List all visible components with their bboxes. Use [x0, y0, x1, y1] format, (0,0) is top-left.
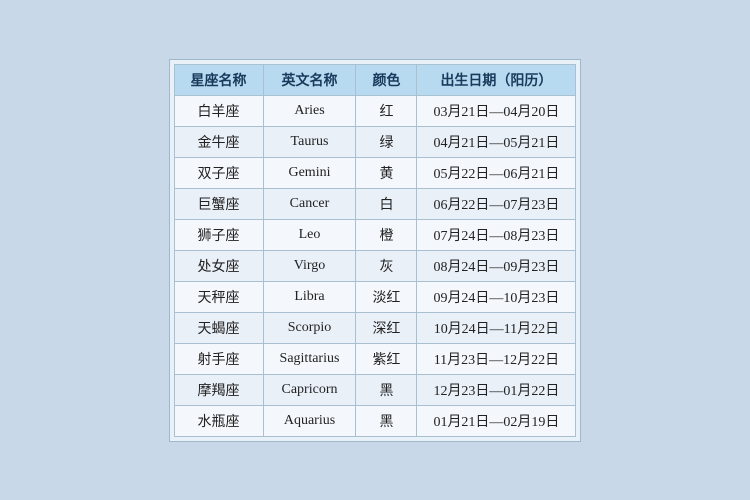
table-row: 金牛座Taurus绿04月21日—05月21日 [174, 126, 576, 157]
header-chinese-name: 星座名称 [174, 64, 263, 95]
cell-chinese: 金牛座 [174, 126, 263, 157]
header-english-name: 英文名称 [263, 64, 356, 95]
table-header-row: 星座名称 英文名称 颜色 出生日期（阳历） [174, 64, 576, 95]
cell-english: Cancer [263, 188, 356, 219]
cell-english: Gemini [263, 157, 356, 188]
zodiac-table-container: 星座名称 英文名称 颜色 出生日期（阳历） 白羊座Aries红03月21日—04… [169, 59, 582, 442]
cell-chinese: 白羊座 [174, 95, 263, 126]
cell-color: 灰 [356, 250, 417, 281]
cell-date: 01月21日—02月19日 [417, 405, 576, 436]
cell-color: 橙 [356, 219, 417, 250]
cell-color: 红 [356, 95, 417, 126]
table-row: 天秤座Libra淡红09月24日—10月23日 [174, 281, 576, 312]
zodiac-table: 星座名称 英文名称 颜色 出生日期（阳历） 白羊座Aries红03月21日—04… [174, 64, 577, 437]
cell-english: Leo [263, 219, 356, 250]
table-row: 狮子座Leo橙07月24日—08月23日 [174, 219, 576, 250]
cell-chinese: 天秤座 [174, 281, 263, 312]
cell-color: 紫红 [356, 343, 417, 374]
cell-english: Taurus [263, 126, 356, 157]
cell-color: 黄 [356, 157, 417, 188]
cell-date: 05月22日—06月21日 [417, 157, 576, 188]
cell-chinese: 巨蟹座 [174, 188, 263, 219]
header-color: 颜色 [356, 64, 417, 95]
cell-color: 深红 [356, 312, 417, 343]
table-row: 摩羯座Capricorn黑12月23日—01月22日 [174, 374, 576, 405]
table-body: 白羊座Aries红03月21日—04月20日金牛座Taurus绿04月21日—0… [174, 95, 576, 436]
cell-date: 08月24日—09月23日 [417, 250, 576, 281]
cell-date: 04月21日—05月21日 [417, 126, 576, 157]
cell-color: 淡红 [356, 281, 417, 312]
table-row: 处女座Virgo灰08月24日—09月23日 [174, 250, 576, 281]
table-row: 巨蟹座Cancer白06月22日—07月23日 [174, 188, 576, 219]
cell-date: 03月21日—04月20日 [417, 95, 576, 126]
table-row: 水瓶座Aquarius黑01月21日—02月19日 [174, 405, 576, 436]
table-row: 双子座Gemini黄05月22日—06月21日 [174, 157, 576, 188]
cell-english: Aquarius [263, 405, 356, 436]
table-row: 射手座Sagittarius紫红11月23日—12月22日 [174, 343, 576, 374]
cell-english: Libra [263, 281, 356, 312]
cell-color: 绿 [356, 126, 417, 157]
cell-date: 09月24日—10月23日 [417, 281, 576, 312]
cell-english: Virgo [263, 250, 356, 281]
cell-chinese: 射手座 [174, 343, 263, 374]
cell-chinese: 天蝎座 [174, 312, 263, 343]
cell-date: 10月24日—11月22日 [417, 312, 576, 343]
header-date: 出生日期（阳历） [417, 64, 576, 95]
cell-english: Aries [263, 95, 356, 126]
cell-color: 黑 [356, 405, 417, 436]
cell-date: 12月23日—01月22日 [417, 374, 576, 405]
cell-chinese: 摩羯座 [174, 374, 263, 405]
table-row: 天蝎座Scorpio深红10月24日—11月22日 [174, 312, 576, 343]
cell-english: Sagittarius [263, 343, 356, 374]
cell-color: 白 [356, 188, 417, 219]
cell-chinese: 水瓶座 [174, 405, 263, 436]
cell-color: 黑 [356, 374, 417, 405]
cell-chinese: 狮子座 [174, 219, 263, 250]
cell-chinese: 处女座 [174, 250, 263, 281]
cell-english: Scorpio [263, 312, 356, 343]
cell-english: Capricorn [263, 374, 356, 405]
table-row: 白羊座Aries红03月21日—04月20日 [174, 95, 576, 126]
cell-date: 11月23日—12月22日 [417, 343, 576, 374]
cell-chinese: 双子座 [174, 157, 263, 188]
cell-date: 07月24日—08月23日 [417, 219, 576, 250]
cell-date: 06月22日—07月23日 [417, 188, 576, 219]
